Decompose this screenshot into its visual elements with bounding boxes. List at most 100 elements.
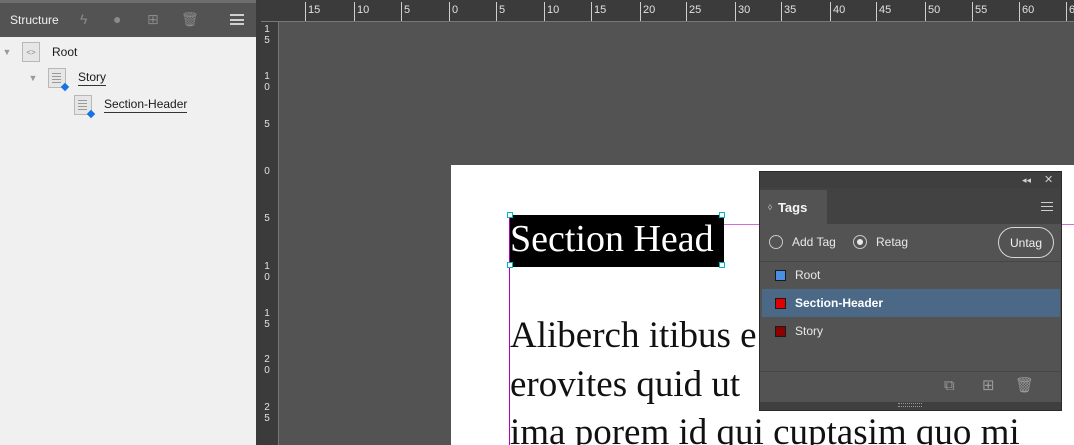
new-element-icon[interactable]: ⊞ <box>147 11 159 27</box>
ruler-label: 5 <box>404 4 411 16</box>
tags-panel-title: Tags <box>777 199 808 215</box>
tags-panel-titlebar[interactable]: ◂◂ ✕ <box>760 172 1061 188</box>
text-element-icon <box>74 95 96 119</box>
ruler-label: 5 <box>499 4 506 16</box>
tree-item-story[interactable]: ▼ Story <box>28 67 107 92</box>
heading-text-frame[interactable]: Section Head <box>510 215 724 267</box>
ruler-label: 2 <box>264 402 270 413</box>
ruler-label: 1 <box>264 261 270 272</box>
trash-icon[interactable]: 🗑 <box>1015 378 1034 394</box>
ruler-label: 0 <box>264 82 270 93</box>
ruler-tick <box>449 2 450 21</box>
add-tag-radio[interactable] <box>769 235 783 249</box>
app-window: Structure ϟ ● ⊞ 🗑 ▼ <> Root ▼ Story Sect… <box>0 0 1074 445</box>
ruler-label: 1 <box>264 24 270 35</box>
ruler-tick <box>640 2 641 21</box>
frame-handle[interactable] <box>507 212 513 218</box>
add-tag-to-selection-icon[interactable]: ⧉ <box>944 378 955 394</box>
resize-bar[interactable] <box>760 402 1061 410</box>
collapse-icon[interactable]: ◂◂ <box>1022 173 1031 187</box>
tree-item-section-header[interactable]: Section-Header <box>64 94 188 119</box>
ruler-label: 10 <box>357 4 370 16</box>
ruler-label: 35 <box>784 4 797 16</box>
circle-icon[interactable]: ● <box>113 11 121 27</box>
ruler-label: 1 <box>264 308 270 319</box>
ruler-label: 1 <box>264 71 270 82</box>
add-tag-option[interactable]: Add Tag <box>769 235 836 249</box>
lightning-icon[interactable]: ϟ <box>80 11 87 27</box>
tag-row-story[interactable]: Story <box>762 317 1060 345</box>
expand-collapse-icon[interactable]: ◊ <box>768 203 772 212</box>
tree-item-label: Section-Header <box>104 97 188 113</box>
vertical-ruler[interactable]: 151050510152025 <box>261 22 279 445</box>
panel-menu-icon[interactable] <box>230 14 244 25</box>
chevron-down-icon[interactable]: ▼ <box>28 73 38 83</box>
tag-color-swatch <box>775 325 786 337</box>
ruler-tick <box>305 2 306 21</box>
ruler-tick <box>876 2 877 21</box>
ruler-label: 5 <box>264 319 270 330</box>
ruler-label: 45 <box>879 4 892 16</box>
ruler-tick <box>591 2 592 21</box>
tag-name: Section-Header <box>795 296 884 310</box>
tree-item-label: Story <box>78 70 107 86</box>
tree-item-label: Root <box>52 45 78 59</box>
frame-handle[interactable] <box>719 262 725 268</box>
ruler-label: 40 <box>833 4 846 16</box>
ruler-tick <box>781 2 782 21</box>
ruler-label: 15 <box>308 4 321 16</box>
add-tag-label: Add Tag <box>792 235 836 249</box>
structure-panel-header: Structure ϟ ● ⊞ 🗑 <box>0 0 256 37</box>
ruler-label: 25 <box>689 4 702 16</box>
ruler-label: 60 <box>1022 4 1035 16</box>
tag-name: Story <box>795 324 824 338</box>
ruler-label: 50 <box>928 4 941 16</box>
retag-option[interactable]: Retag <box>853 235 908 249</box>
ruler-label: 15 <box>594 4 607 16</box>
ruler-tick <box>401 2 402 21</box>
close-icon[interactable]: ✕ <box>1044 173 1053 187</box>
tree-item-root[interactable]: ▼ <> Root <box>2 41 77 63</box>
ruler-label: 0 <box>264 166 270 177</box>
untag-button[interactable]: Untag <box>998 227 1054 258</box>
tag-color-swatch <box>775 297 786 309</box>
ruler-tick <box>686 2 687 21</box>
body-line[interactable]: Aliberch itibus e <box>510 314 757 357</box>
ruler-tick <box>925 2 926 21</box>
tag-name: Root <box>795 268 821 282</box>
ruler-label: 0 <box>264 272 270 283</box>
ruler-tick <box>354 2 355 21</box>
tags-panel: ◂◂ ✕ ◊ Tags Add Tag Retag Untag Root Sec… <box>759 171 1062 411</box>
tag-row-root[interactable]: Root <box>762 261 1060 289</box>
ruler-label: 10 <box>547 4 560 16</box>
ruler-label: 5 <box>264 213 270 224</box>
frame-handle[interactable] <box>719 212 725 218</box>
ruler-tick <box>496 2 497 21</box>
ruler-label: 5 <box>264 35 270 46</box>
resize-grip-icon[interactable] <box>898 403 922 407</box>
ruler-tick <box>735 2 736 21</box>
tags-tab-row: ◊ Tags <box>760 188 1061 224</box>
body-line[interactable]: ima porem id qui cuptasim quo mi <box>510 411 1020 445</box>
ruler-label: 5 <box>264 119 270 130</box>
story-element-icon <box>48 68 70 92</box>
ruler-tick <box>972 2 973 21</box>
ruler-tick <box>1019 2 1020 21</box>
body-line[interactable]: erovites quid ut <box>510 363 740 406</box>
retag-radio[interactable] <box>853 235 867 249</box>
trash-icon[interactable]: 🗑 <box>181 11 199 27</box>
chevron-down-icon[interactable]: ▼ <box>2 47 12 57</box>
tag-row-section-header[interactable]: Section-Header <box>762 289 1060 317</box>
root-element-icon: <> <box>22 42 40 62</box>
retag-label: Retag <box>876 235 909 249</box>
section-heading[interactable]: Section Head <box>510 217 714 261</box>
panel-menu-icon[interactable] <box>1041 202 1053 211</box>
frame-handle[interactable] <box>507 262 513 268</box>
horizontal-ruler[interactable]: 15 10 5 0 5 10 15 20 25 30 35 40 45 50 55 60 6 <box>261 0 1074 22</box>
ruler-tick <box>830 2 831 21</box>
structure-panel-title: Structure <box>10 13 59 27</box>
ruler-label: 5 <box>264 413 270 424</box>
tab-tags[interactable]: ◊ Tags <box>760 190 827 224</box>
new-tag-icon[interactable]: ⊞ <box>982 378 995 394</box>
structure-panel: Structure ϟ ● ⊞ 🗑 ▼ <> Root ▼ Story Sect… <box>0 0 256 445</box>
